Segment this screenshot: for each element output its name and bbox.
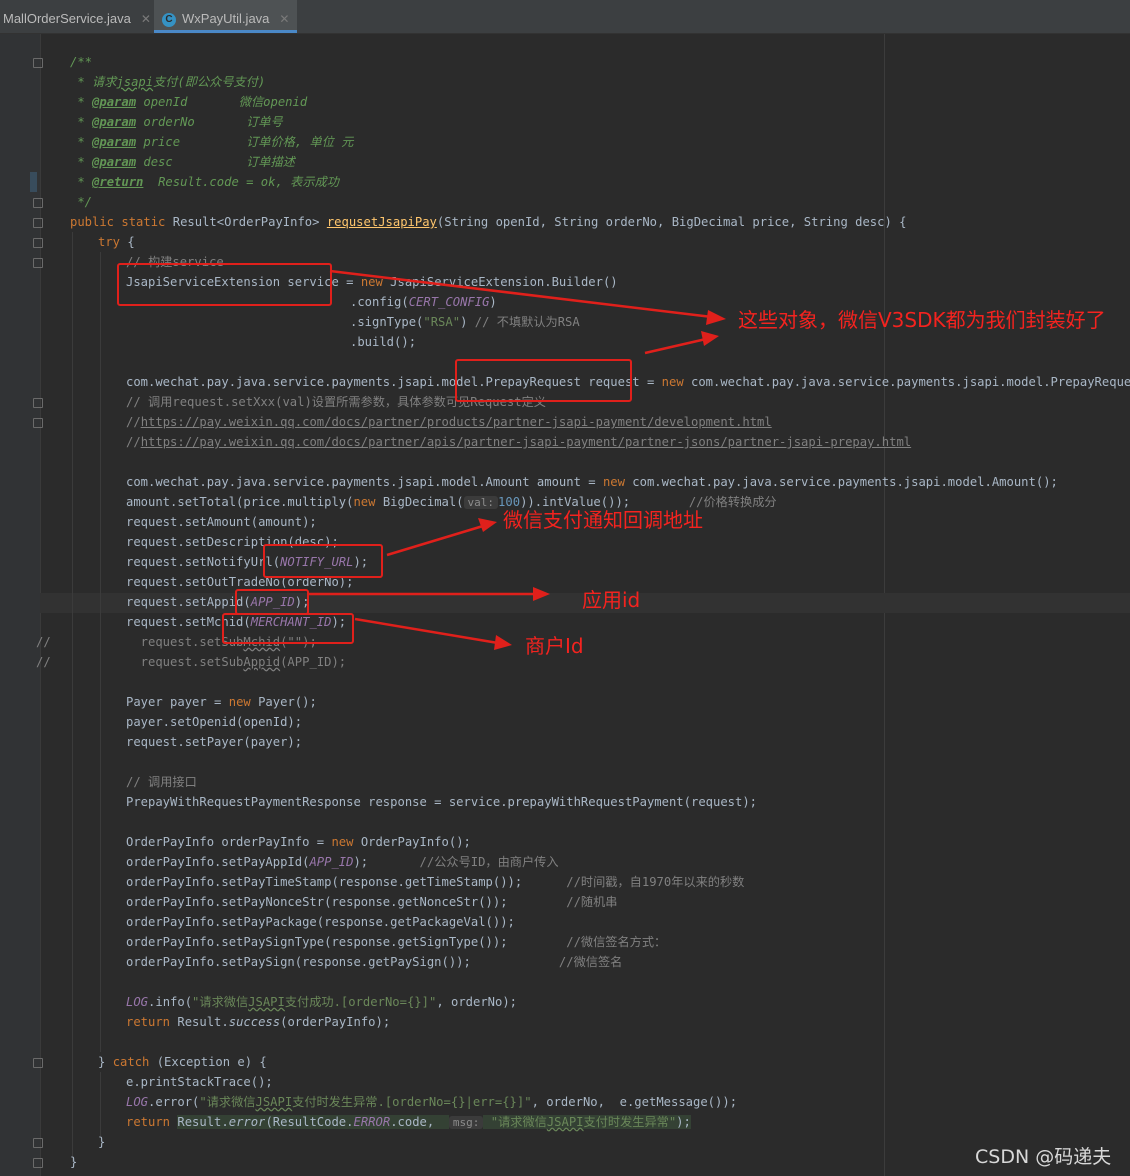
annotation-merchant-id: 商户Id	[525, 634, 584, 658]
annotation-app-id: 应用id	[582, 588, 641, 612]
annotation-notify-url: 微信支付通知回调地址	[503, 508, 703, 532]
annotation-arrows	[307, 269, 726, 650]
watermark: CSDN @码递夫	[975, 1146, 1112, 1168]
annotation-objects: 这些对象，微信V3SDK都为我们封装好了	[738, 308, 1106, 332]
